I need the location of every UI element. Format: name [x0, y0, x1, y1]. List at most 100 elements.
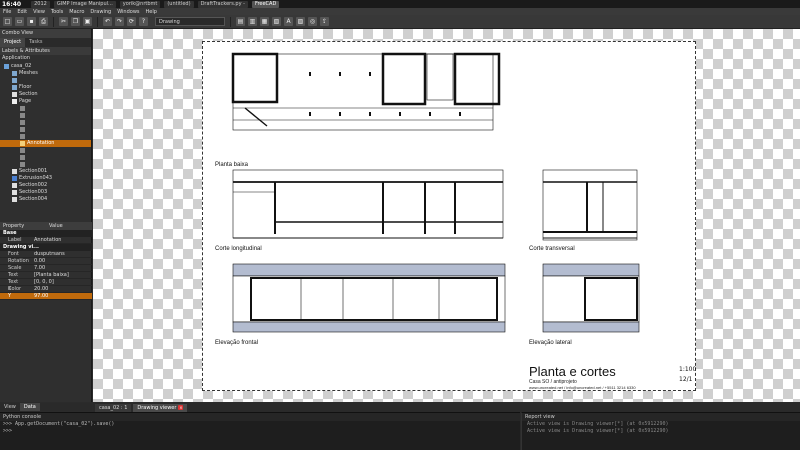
tree-item[interactable]	[0, 147, 91, 154]
label-planta-baixa: Planta baixa	[215, 162, 249, 168]
tree-item[interactable]: Section	[0, 91, 91, 98]
tree-item[interactable]	[0, 77, 91, 84]
view-icon	[20, 155, 25, 160]
tree-item[interactable]: Section004	[0, 196, 91, 203]
menu-macro[interactable]: Macro	[69, 9, 84, 15]
tree-item[interactable]: Extrusion043	[0, 175, 91, 182]
property-row[interactable]: Text [Planta baixa]	[0, 272, 92, 279]
property-row[interactable]: Font dusputrsans	[0, 251, 92, 258]
tab-drawing-viewer[interactable]: Drawing viewer ×	[133, 403, 188, 412]
tab-project[interactable]: Project	[0, 38, 26, 47]
tree-item[interactable]: Section001	[0, 168, 91, 175]
new-page-icon[interactable]: ▤	[236, 17, 245, 26]
tree-item[interactable]: Page	[0, 98, 91, 105]
menu-windows[interactable]: Windows	[117, 9, 139, 15]
tree-item[interactable]: Floor	[0, 84, 91, 91]
menu-help[interactable]: Help	[146, 9, 157, 15]
print-icon[interactable]: ⎙	[39, 17, 48, 26]
view-icon	[20, 120, 25, 125]
annotation-tool-icon[interactable]: A	[284, 17, 293, 26]
python-console[interactable]: Python console >>> App.getDocument("casa…	[0, 412, 520, 450]
folder-icon	[12, 78, 17, 83]
property-value[interactable]: 7.00	[32, 265, 92, 271]
redo-icon[interactable]: ↷	[115, 17, 124, 26]
new-file-icon[interactable]: □	[3, 17, 12, 26]
long-section-outline	[232, 169, 504, 239]
plan-room-right	[453, 52, 501, 106]
console-prompt[interactable]: >>>	[0, 428, 520, 435]
whats-this-icon[interactable]: ?	[139, 17, 148, 26]
menu-view[interactable]: View	[33, 9, 45, 15]
toolbar-divider	[53, 16, 54, 27]
tab-tasks[interactable]: Tasks	[25, 38, 46, 47]
drawing-viewer-canvas[interactable]: Planta baixa Corte longitudinal Corte tr…	[93, 29, 800, 402]
open-folder-icon[interactable]: ▭	[15, 17, 24, 26]
property-group[interactable]: Base	[0, 230, 92, 237]
tree-item[interactable]: casa_02	[0, 63, 91, 70]
tree-application: Application	[2, 55, 30, 61]
tree-item[interactable]	[0, 161, 91, 168]
property-value[interactable]: dusputrsans	[32, 251, 92, 257]
taskbar-item-untitled[interactable]: (untitled)	[164, 0, 194, 8]
tree-item[interactable]	[0, 126, 91, 133]
menu-drawing[interactable]: Drawing	[90, 9, 111, 15]
undo-icon[interactable]: ↶	[103, 17, 112, 26]
property-row[interactable]: Y 97.00	[0, 293, 92, 300]
document-tabs: casa_02 : 1 Drawing viewer ×	[93, 403, 800, 412]
property-value[interactable]: 97.00	[32, 293, 92, 299]
workbench-selector[interactable]: Drawing	[155, 17, 225, 26]
report-line: Active view is Drawing viewer[*] (at 0x5…	[527, 421, 669, 427]
longitudinal-section	[232, 169, 504, 239]
property-value[interactable]: 20.00	[32, 286, 92, 292]
ortho-views-icon[interactable]: ▧	[272, 17, 281, 26]
tree-item[interactable]	[0, 154, 91, 161]
taskbar-item-freecad[interactable]: FreeCAD	[251, 0, 280, 8]
export-page-icon[interactable]: ⇪	[320, 17, 329, 26]
property-group[interactable]: Drawing vi...	[0, 244, 92, 251]
tree-item-label: Extrusion043	[19, 175, 53, 181]
tree-item[interactable]	[0, 119, 91, 126]
tree-item[interactable]	[0, 112, 91, 119]
tab-data[interactable]: Data	[19, 403, 40, 411]
property-row[interactable]: X 20.00	[0, 286, 92, 293]
property-row[interactable]: Scale 7.00	[0, 265, 92, 272]
tree-item[interactable]: Section002	[0, 182, 91, 189]
paste-icon[interactable]: ▣	[83, 17, 92, 26]
property-value[interactable]: [Planta baixa]	[32, 272, 92, 278]
save-icon[interactable]: ▪	[27, 17, 36, 26]
close-icon[interactable]: ×	[178, 405, 184, 410]
copy-icon[interactable]: ❐	[71, 17, 80, 26]
tree-item[interactable]	[0, 133, 91, 140]
taskbar-item-terminal[interactable]: yorik@nrtbmt	[119, 0, 161, 8]
cut-icon[interactable]: ✂	[59, 17, 68, 26]
taskbar-item-editor[interactable]: DraftTrackers.py -	[197, 0, 248, 8]
toolbar-divider	[230, 16, 231, 27]
property-key: Y	[8, 293, 12, 299]
insert-view-icon[interactable]: ▦	[260, 17, 269, 26]
folder-icon	[12, 85, 17, 90]
tab-casa02[interactable]: casa_02 : 1	[95, 403, 132, 412]
property-row[interactable]: Rotation 0.00	[0, 258, 92, 265]
property-row[interactable]: Label Annotation	[0, 237, 92, 244]
property-row[interactable]: Text Color [0, 0, 0]	[0, 279, 92, 292]
tab-view[interactable]: View	[0, 403, 20, 411]
tree-item[interactable]: Meshes	[0, 70, 91, 77]
front-elevation	[232, 263, 506, 333]
property-key: Font	[8, 251, 19, 257]
clip-icon[interactable]: ▨	[296, 17, 305, 26]
property-value[interactable]: Annotation	[32, 237, 92, 243]
menu-edit[interactable]: Edit	[17, 9, 27, 15]
refresh-icon[interactable]: ⟳	[127, 17, 136, 26]
property-value[interactable]: [0, 0, 0]	[32, 279, 92, 285]
tree-item[interactable]	[0, 105, 91, 112]
open-browser-icon[interactable]: ◎	[308, 17, 317, 26]
tree-item[interactable]: Section003	[0, 189, 91, 196]
property-key: Text Color	[8, 279, 22, 292]
tree-item[interactable]: Annotation	[0, 140, 91, 147]
property-value[interactable]: 0.00	[32, 258, 92, 264]
menu-tools[interactable]: Tools	[51, 9, 63, 15]
taskbar-item-1[interactable]: 2012	[31, 0, 50, 8]
page-a3-icon[interactable]: ▥	[248, 17, 257, 26]
menu-file[interactable]: File	[3, 9, 11, 15]
taskbar-item-gimp[interactable]: GIMP Image Manipul...	[53, 0, 116, 8]
